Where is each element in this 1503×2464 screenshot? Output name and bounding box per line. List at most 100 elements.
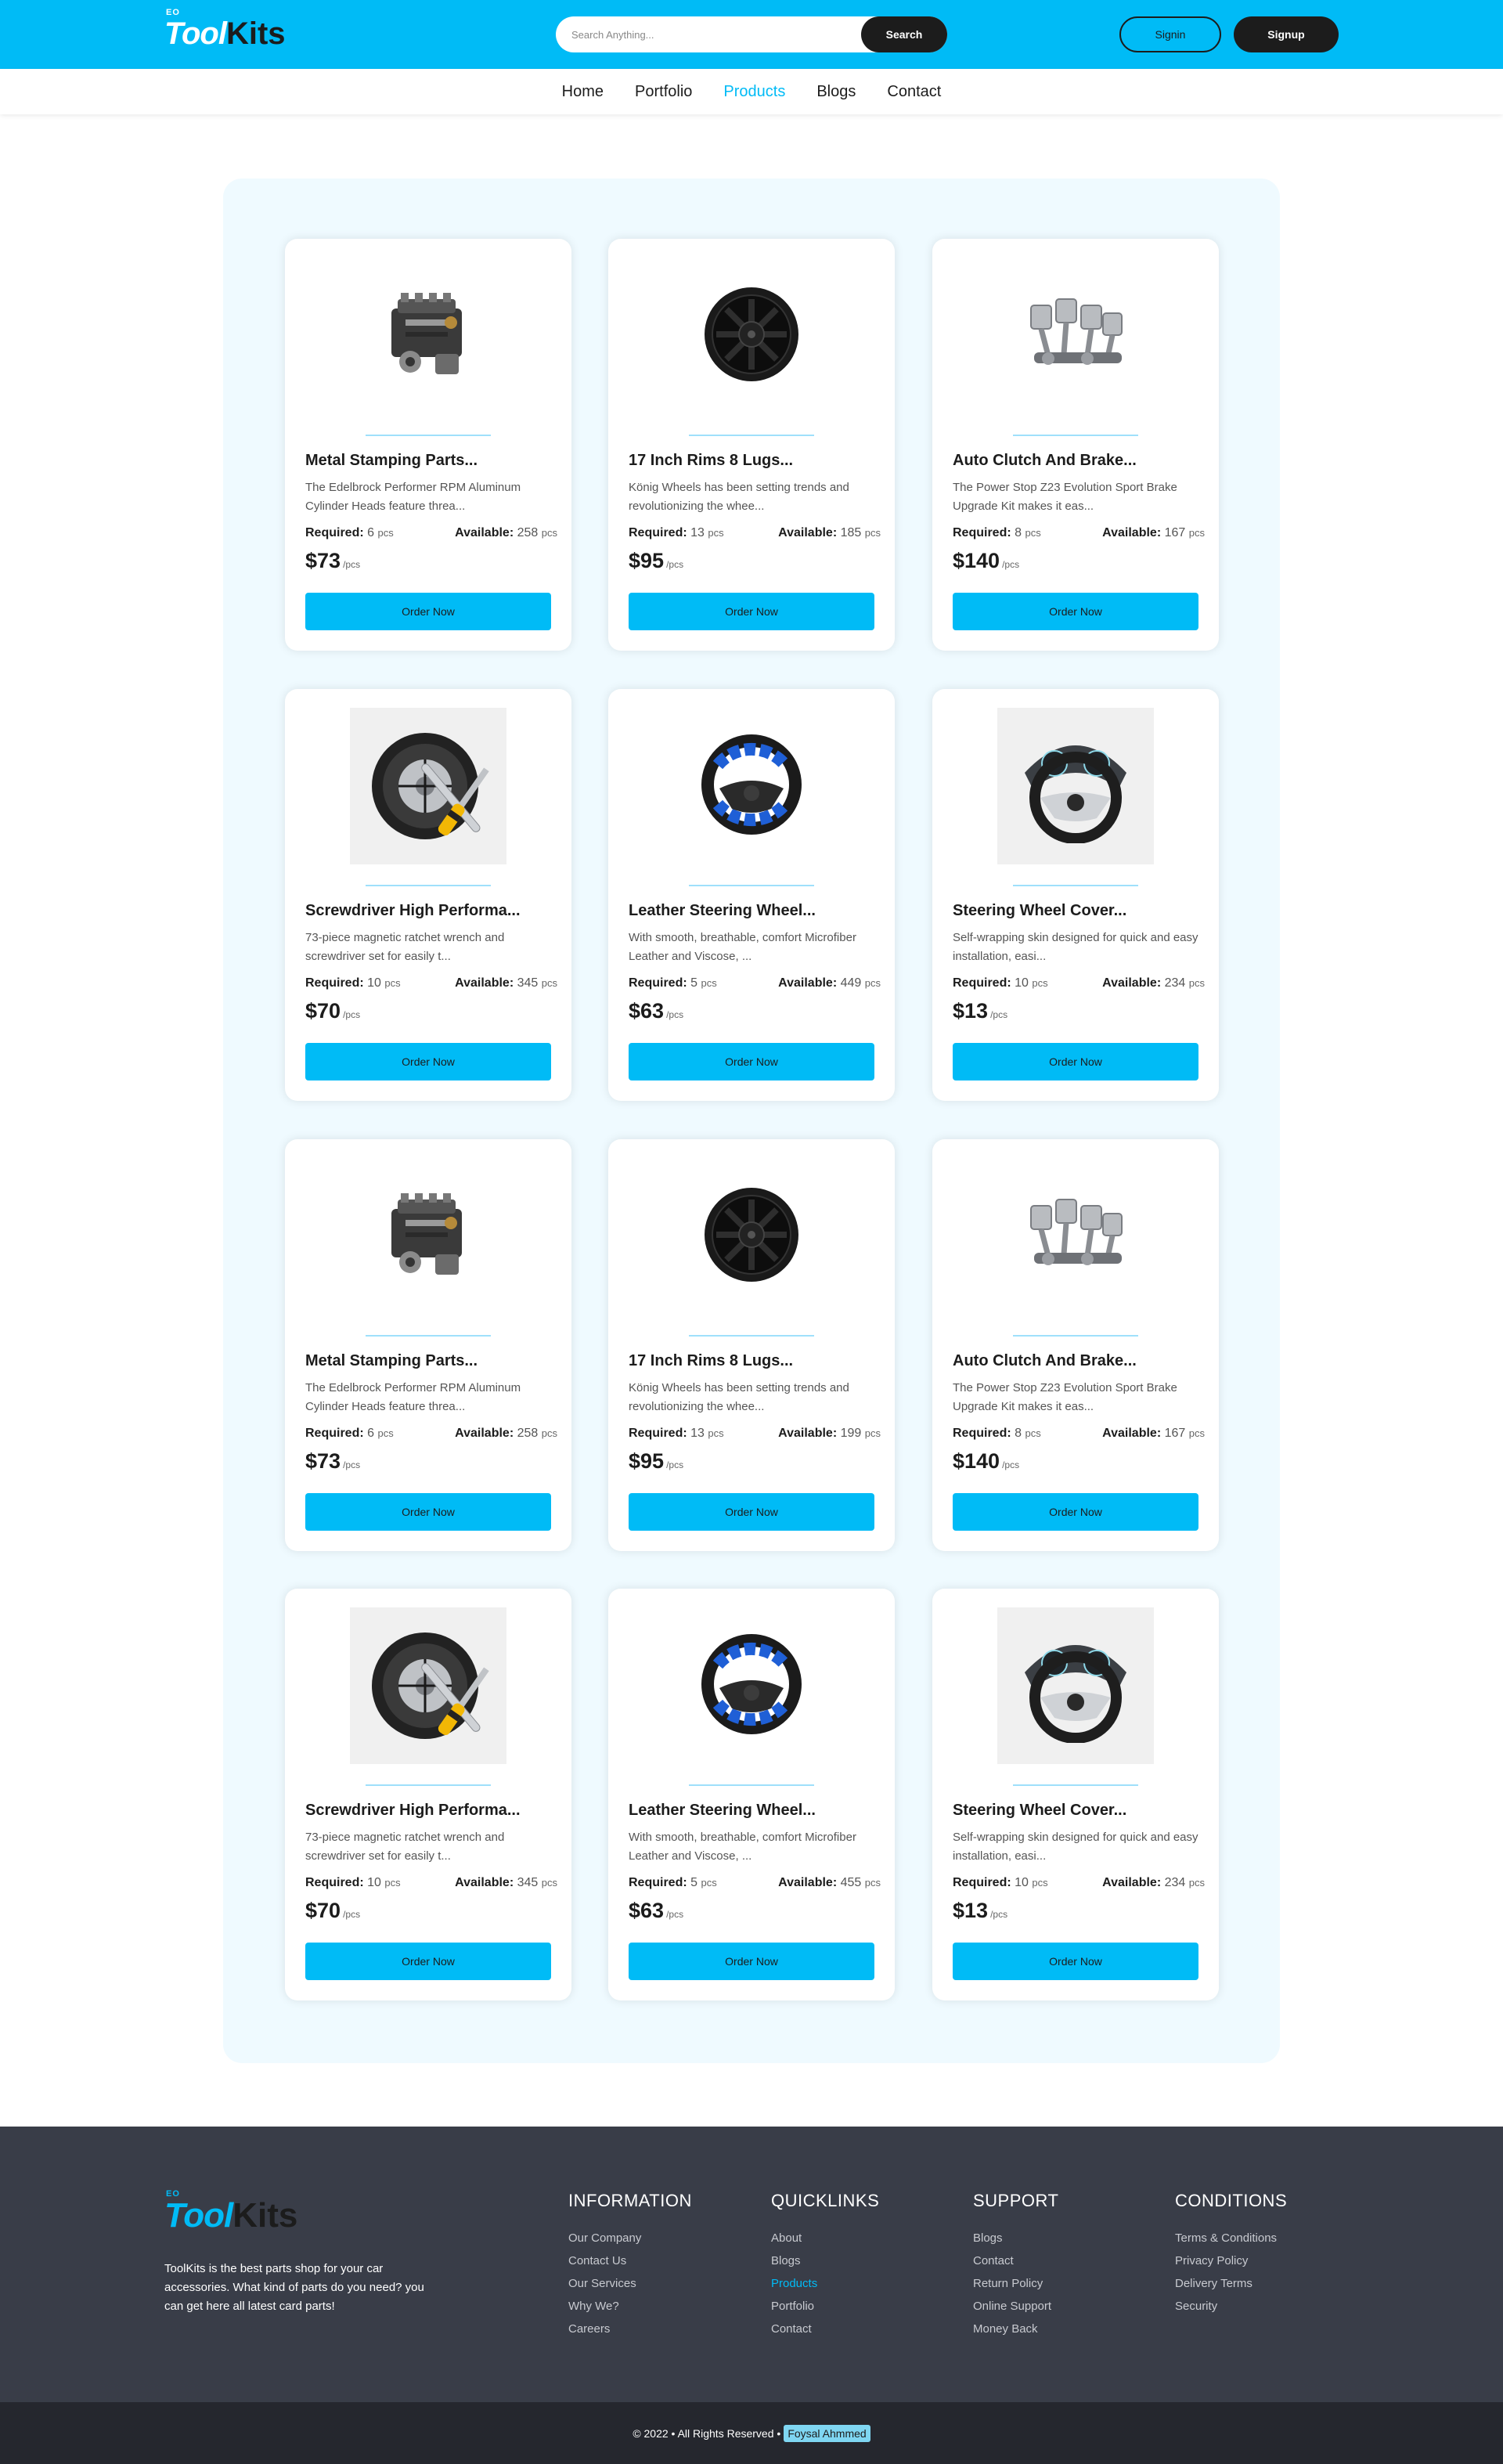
- order-now-button[interactable]: Order Now: [305, 1493, 551, 1531]
- footer-link[interactable]: Contact Us: [568, 2249, 692, 2272]
- footer-link[interactable]: Privacy Policy: [1175, 2249, 1287, 2272]
- product-card: Auto Clutch And Brake... The Power Stop Z…: [932, 1139, 1219, 1551]
- footer-link[interactable]: Blogs: [973, 2227, 1058, 2249]
- price-value: $73: [305, 549, 341, 572]
- available-qty: Available: 185 pcs: [778, 526, 881, 540]
- order-now-button[interactable]: Order Now: [305, 1043, 551, 1080]
- product-title[interactable]: Leather Steering Wheel...: [629, 1802, 816, 1820]
- product-title[interactable]: Metal Stamping Parts...: [305, 1352, 478, 1370]
- footer-logo[interactable]: EO Tool Kits: [164, 2189, 297, 2238]
- order-now-button[interactable]: Order Now: [629, 1493, 874, 1531]
- signin-button[interactable]: Signin: [1119, 16, 1221, 52]
- product-title[interactable]: Steering Wheel Cover...: [953, 1802, 1126, 1820]
- available-label: Available:: [1102, 1427, 1162, 1440]
- available-value: 449: [840, 976, 862, 990]
- tire-and-tools-icon: [358, 1614, 499, 1759]
- product-title[interactable]: Screwdriver High Performa...: [305, 1802, 521, 1820]
- product-quantities: Required: 13 pcs Available: 185 pcs: [629, 526, 881, 540]
- product-price: $70/pcs: [305, 1899, 360, 1923]
- product-description: The Power Stop Z23 Evolution Sport Brake…: [953, 481, 1177, 513]
- footer-link[interactable]: Contact: [973, 2249, 1058, 2272]
- divider: [1013, 435, 1138, 436]
- available-qty: Available: 167 pcs: [1102, 526, 1205, 540]
- product-image: [350, 1607, 506, 1764]
- nav-portfolio[interactable]: Portfolio: [635, 83, 692, 101]
- nav-home[interactable]: Home: [562, 83, 604, 101]
- product-description: Self-wrapping skin designed for quick an…: [953, 931, 1198, 963]
- signup-button[interactable]: Signup: [1234, 16, 1339, 52]
- product-card: Metal Stamping Parts... The Edelbrock Per…: [285, 1139, 571, 1551]
- nav-blogs[interactable]: Blogs: [816, 83, 856, 101]
- footer-link[interactable]: Security: [1175, 2295, 1287, 2318]
- product-description: Self-wrapping skin designed for quick an…: [953, 1831, 1198, 1863]
- footer-link[interactable]: Why We?: [568, 2295, 692, 2318]
- available-qty: Available: 199 pcs: [778, 1427, 881, 1441]
- available-value: 258: [517, 526, 539, 539]
- available-value: 199: [840, 1427, 862, 1440]
- product-description: The Edelbrock Performer RPM Aluminum Cyl…: [305, 481, 521, 513]
- footer-link[interactable]: Careers: [568, 2318, 692, 2340]
- price-unit: /pcs: [990, 1009, 1008, 1020]
- order-now-button[interactable]: Order Now: [953, 1043, 1198, 1080]
- nav-products[interactable]: Products: [723, 83, 785, 101]
- footer-link[interactable]: Portfolio: [771, 2295, 879, 2318]
- required-label: Required:: [629, 1427, 687, 1440]
- unit-label: pcs: [384, 977, 401, 989]
- order-now-button[interactable]: Order Now: [629, 1943, 874, 1980]
- product-image: [997, 708, 1154, 864]
- footer-link[interactable]: Online Support: [973, 2295, 1058, 2318]
- blue-steering-cover-icon: [701, 734, 802, 839]
- nav-contact[interactable]: Contact: [887, 83, 941, 101]
- footer-link[interactable]: Contact: [771, 2318, 879, 2340]
- price-unit: /pcs: [666, 1009, 684, 1020]
- divider: [366, 435, 491, 436]
- logo-badge: EO: [166, 8, 180, 17]
- product-price: $73/pcs: [305, 549, 360, 573]
- order-now-button[interactable]: Order Now: [953, 593, 1198, 630]
- divider: [366, 885, 491, 886]
- available-value: 167: [1164, 1427, 1186, 1440]
- divider: [689, 1784, 814, 1786]
- main-nav: Home Portfolio Products Blogs Contact: [0, 69, 1503, 114]
- footer-link[interactable]: Our Company: [568, 2227, 692, 2249]
- price-value: $73: [305, 1449, 341, 1473]
- product-title[interactable]: 17 Inch Rims 8 Lugs...: [629, 452, 793, 470]
- available-label: Available:: [455, 1876, 514, 1889]
- product-quantities: Required: 10 pcs Available: 345 pcs: [305, 976, 557, 990]
- product-title[interactable]: Steering Wheel Cover...: [953, 902, 1126, 920]
- footer-link[interactable]: Delivery Terms: [1175, 2272, 1287, 2295]
- footer-link[interactable]: Return Policy: [973, 2272, 1058, 2295]
- product-price: $63/pcs: [629, 999, 683, 1023]
- footer-link[interactable]: About: [771, 2227, 879, 2249]
- unit-label: pcs: [1025, 527, 1041, 539]
- search-bar: Search: [556, 16, 947, 52]
- available-qty: Available: 449 pcs: [778, 976, 881, 990]
- author-badge[interactable]: Foysal Ahmmed: [784, 2424, 870, 2442]
- footer-link[interactable]: Products: [771, 2272, 879, 2295]
- order-now-button[interactable]: Order Now: [305, 1943, 551, 1980]
- search-input[interactable]: [556, 16, 861, 52]
- search-button[interactable]: Search: [861, 16, 947, 52]
- site-logo[interactable]: EO Tool Kits: [164, 8, 286, 55]
- footer-link[interactable]: Our Services: [568, 2272, 692, 2295]
- product-title[interactable]: Auto Clutch And Brake...: [953, 1352, 1137, 1370]
- order-now-button[interactable]: Order Now: [629, 1043, 874, 1080]
- footer-heading: SUPPORT: [973, 2191, 1059, 2210]
- order-now-button[interactable]: Order Now: [953, 1493, 1198, 1531]
- available-qty: Available: 167 pcs: [1102, 1427, 1205, 1441]
- footer-link[interactable]: Blogs: [771, 2249, 879, 2272]
- order-now-button[interactable]: Order Now: [629, 593, 874, 630]
- order-now-button[interactable]: Order Now: [953, 1943, 1198, 1980]
- order-now-button[interactable]: Order Now: [305, 593, 551, 630]
- footer-link[interactable]: Terms & Conditions: [1175, 2227, 1287, 2249]
- footer-link[interactable]: Money Back: [973, 2318, 1058, 2340]
- available-qty: Available: 345 pcs: [455, 1876, 557, 1890]
- available-value: 345: [517, 1876, 539, 1889]
- product-title[interactable]: 17 Inch Rims 8 Lugs...: [629, 1352, 793, 1370]
- product-title[interactable]: Auto Clutch And Brake...: [953, 452, 1137, 470]
- product-title[interactable]: Leather Steering Wheel...: [629, 902, 816, 920]
- required-qty: Required: 13 pcs: [629, 1427, 724, 1441]
- product-quantities: Required: 8 pcs Available: 167 pcs: [953, 1427, 1205, 1441]
- product-title[interactable]: Screwdriver High Performa...: [305, 902, 521, 920]
- product-title[interactable]: Metal Stamping Parts...: [305, 452, 478, 470]
